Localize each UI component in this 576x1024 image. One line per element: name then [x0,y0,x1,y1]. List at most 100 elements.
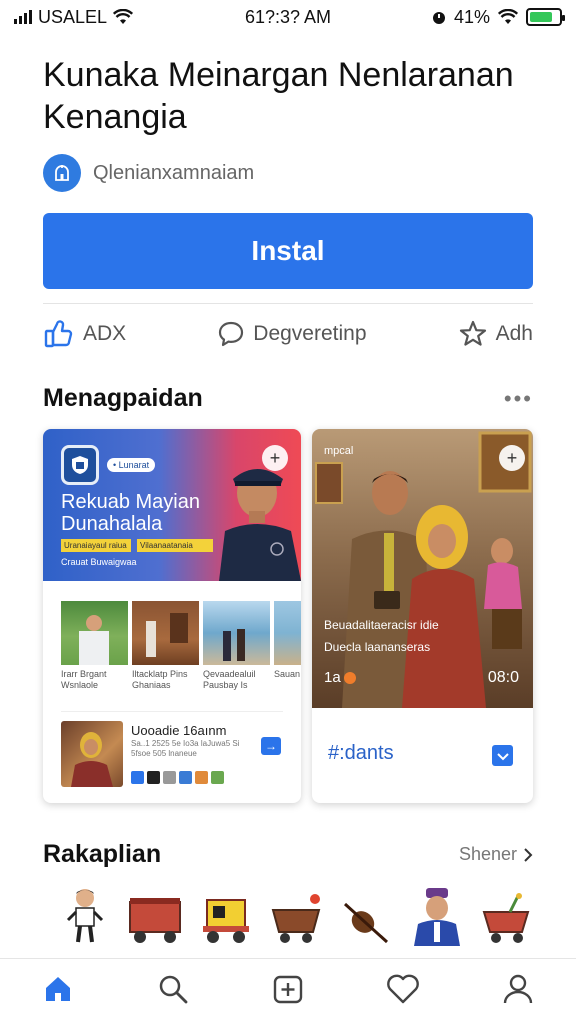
flower-cart-icon [482,893,530,943]
recommendation-item[interactable] [197,884,255,946]
action-row: ADX Degveretinp Adh [43,312,533,356]
thumbnail-item[interactable]: Iltacklatp Pins Ghaniaas [132,601,199,695]
recommendation-item[interactable] [56,884,114,946]
section-title: Menagpaidan [43,384,203,412]
recommendation-item[interactable] [267,884,325,946]
recommendation-item[interactable] [408,884,466,946]
see-more-link[interactable]: Shener [459,844,533,865]
favorite-action[interactable]: Adh [458,319,533,349]
family-scene-icon [315,431,532,708]
divider [43,303,533,304]
wifi-icon-right [498,9,518,24]
app-icon [195,771,208,784]
status-right: 41% [362,6,565,28]
section-header-main: Menagpaidan ••• [43,384,533,413]
section-header-recs: Rakaplian Shener [43,840,533,869]
recommendation-row [56,880,536,946]
thumbnail-caption: Irarr Brgant Wsnlaole [61,669,107,690]
banner-heading: Rekuab Mayian Dunahalala [61,491,200,535]
add-square-icon [273,975,303,1003]
app-title: Kunaka Meinargan Nenlaranan Kenangia [43,56,514,136]
card-tag-label[interactable]: #:dants [328,742,394,765]
home-icon [45,976,70,1001]
promo-row[interactable]: Uooadie 16aınm Sa..1 2525 5e Io3a laJuwa… [61,721,283,789]
arrow-right-icon[interactable]: → [261,737,281,755]
favorite-label: Adh [495,322,533,345]
checkbox-icon[interactable] [492,745,513,766]
harbor-thumbnail-image [203,601,270,665]
shield-logo-icon [61,445,99,485]
developer-row[interactable]: Qlenianxamnaiam [43,154,254,192]
family-photo-image: mpcal + Beuadalitaeracisr idie Duecla la… [312,429,533,708]
heart-icon [387,974,420,1003]
app-icon [179,771,192,784]
status-left: USALEL [14,7,214,28]
battery-percent: 41% [453,6,490,27]
park-thumbnail-image [61,601,128,665]
thumbnail-caption: Sauan Nlaan [274,669,301,679]
thumbnail-item[interactable]: Sauan Nlaan [274,601,301,695]
promo-icon-row [131,771,224,784]
person-figure-icon [66,889,104,943]
app-icon [163,771,176,784]
alarm-icon [432,12,445,24]
thumbnail-caption: Qevaadealuil Pausbay Is [203,669,256,690]
comment-action[interactable]: Degveretinp [217,320,367,348]
lute-instrument-icon [344,902,389,944]
thumbnail-item[interactable]: Irarr Brgant Wsnlaole [61,601,128,695]
banner-chip: Vilaanaatanaia [137,539,213,552]
feature-card-secondary[interactable]: mpcal + Beuadalitaeracisr idie Duecla la… [312,429,533,803]
thumbs-up-icon [44,320,73,348]
photo-count: 1a [324,669,356,686]
profile-icon [504,974,533,1003]
like-label: ADX [83,322,127,345]
brand-label: mpcal [324,445,354,457]
star-icon [459,320,486,346]
developer-name[interactable]: Qlenianxamnaiam [93,162,254,185]
divider [61,711,283,712]
section-title: Rakaplian [43,840,162,868]
app-icon [147,771,160,784]
nav-search[interactable] [143,964,203,1014]
coast-thumbnail-image [274,601,301,665]
photo-subtitle: Duecla laananseras [324,640,431,654]
nav-profile[interactable] [488,964,548,1014]
see-more-label: Shener [458,844,517,864]
recommendation-item[interactable] [337,884,395,946]
nav-favorites[interactable] [373,964,433,1014]
more-options-button[interactable]: ••• [504,386,533,412]
recommendation-item[interactable] [126,884,184,946]
photo-duration: 08:0 [487,669,519,686]
orange-dot-icon [343,671,356,684]
photo-title: Beuadalitaeracisr idie [324,618,439,632]
add-button[interactable]: + [499,445,525,471]
thumbnail-caption: Iltacklatp Pins Ghaniaas [132,669,188,690]
thumbnail-strip: Irarr Brgant Wsnlaole Iltacklatp Pins Gh… [61,601,301,695]
add-button[interactable]: + [262,445,288,471]
install-button[interactable]: Instal [43,213,533,289]
developer-logo-icon [43,154,81,192]
promo-description: Sa..1 2525 5e Io3a laJuwa5 Si 5fsoe 505 … [131,739,240,758]
promo-thumbnail-image [61,721,123,787]
card-banner: • Lunarat Rekuab Mayian Dunahalala Urana… [43,429,301,581]
wifi-icon [113,9,134,24]
search-icon [159,975,188,1003]
like-action[interactable]: ADX [43,318,126,350]
app-icon [211,771,224,784]
banner-tag: • Lunarat [107,458,156,472]
banner-caption: Crauat Buwaigwaa [61,557,137,567]
wooden-house-thumbnail-image [132,601,199,665]
recommendation-item[interactable] [478,884,536,946]
app-icon [131,771,144,784]
feature-card-primary[interactable]: • Lunarat Rekuab Mayian Dunahalala Urana… [43,429,301,803]
banner-chip: Uranaiayaul raiua [61,539,131,552]
basket-cart-icon [271,894,321,943]
thumbnail-item[interactable]: Qevaadealuil Pausbay Is [203,601,270,695]
nav-home[interactable] [28,964,88,1014]
battery-icon [526,8,565,26]
bottom-navigation [0,958,576,1024]
chevron-right-icon [524,847,533,862]
nav-create[interactable] [258,964,318,1014]
status-bar: USALEL 61?:3? AM 41% [0,0,576,34]
officer-portrait-icon [219,469,301,581]
